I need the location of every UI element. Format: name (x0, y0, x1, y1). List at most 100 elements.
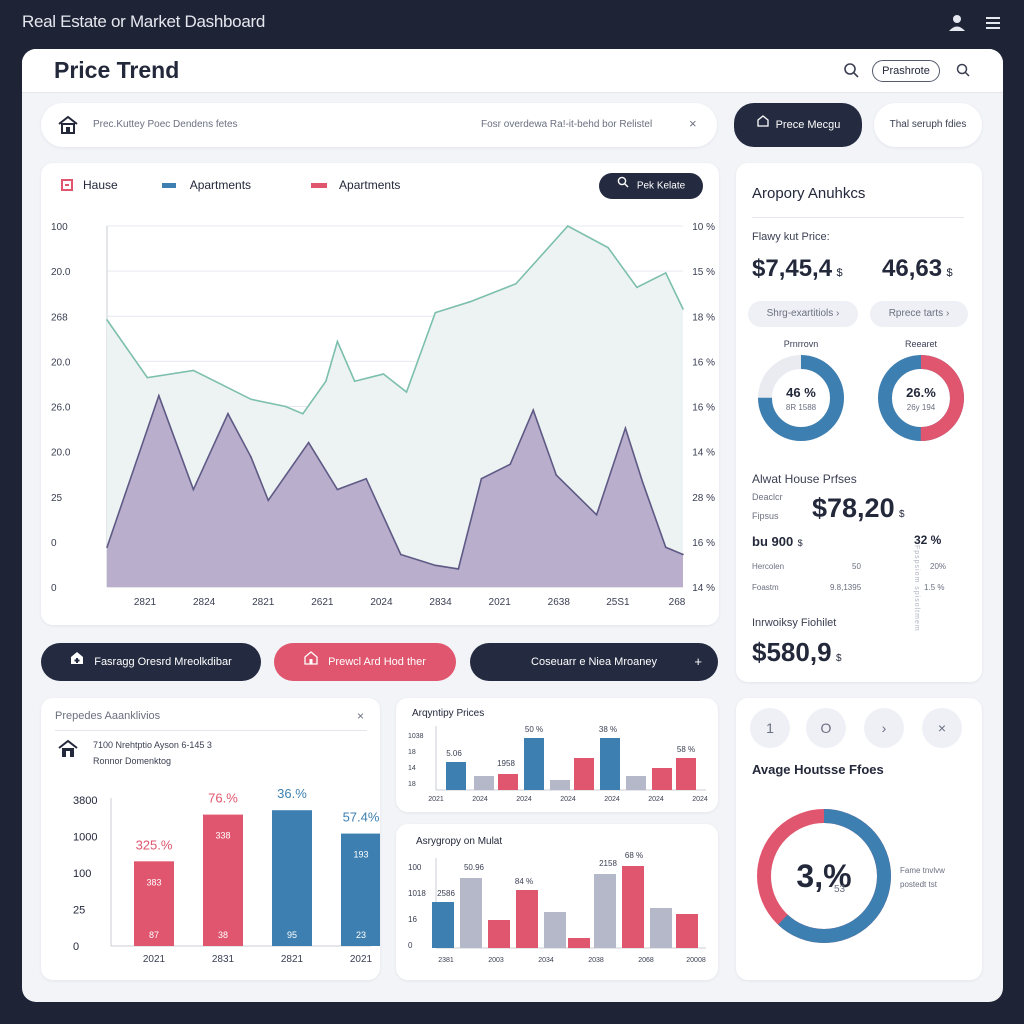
x-tick-label: 2024 (604, 796, 620, 803)
data-point (192, 369, 195, 372)
price-menu-label: Prece Mecgu (775, 119, 841, 131)
y-tick-label: 20.0 (51, 267, 71, 278)
data-point (469, 301, 471, 303)
bar-annotation: 84 % (515, 877, 533, 886)
y-tick-label: 1038 (408, 733, 424, 740)
row-2-mid: 50 (852, 562, 861, 571)
x-tick-label: 2834 (429, 597, 452, 608)
x-tick-label: 2821 (134, 597, 157, 608)
property-analytics-card: Aropory Anuhkcs Flawy kut Price: $7,45,4… (736, 163, 982, 682)
x-tick-label: 2021 (489, 597, 512, 608)
y-tick-label: 3800 (73, 795, 97, 807)
price-menu-button[interactable]: Prece Mecgu (734, 103, 862, 147)
data-point (555, 474, 558, 476)
divider (752, 217, 964, 218)
compare-arrow: + (694, 654, 702, 669)
bar (676, 758, 696, 790)
y2-tick-label: 18 % (692, 312, 715, 323)
predict-button[interactable]: Prewcl Ard Hod ther (274, 643, 456, 681)
zoom-icon[interactable] (954, 61, 974, 81)
data-point (365, 477, 368, 480)
bar (626, 776, 646, 790)
property-prices-chart: 1038 18 14 18 5.06 50 % 1958 38 % 58 % 2021 2024 20… (408, 725, 708, 803)
nav-button-1[interactable]: 1 (750, 708, 790, 748)
x-tick-label: 268 (669, 597, 686, 608)
donut-left-pct: 46 % (786, 385, 816, 400)
average-donut-pct: 3,% (796, 858, 852, 894)
bar-top-label: 325.% (136, 837, 173, 852)
tag-pill-left[interactable]: Shrg-exartitiols › (748, 301, 858, 327)
bar-top-label: 76.% (208, 791, 238, 806)
donut-right-pct: 26.% (906, 385, 936, 400)
y2-tick-label: 10 % (692, 222, 715, 233)
donut-right-sub: 26y 194 (906, 403, 936, 412)
search-icon[interactable] (842, 61, 862, 81)
filter-close-button[interactable]: × (689, 116, 697, 131)
data-point (595, 514, 598, 516)
nav-button-2[interactable]: O (806, 708, 846, 748)
bar-top-label: 36.% (277, 786, 307, 801)
tag-pill-right[interactable]: Rprece tarts › (870, 301, 968, 327)
forecast-button[interactable]: Fasragg Oresrd Mreolkdibar (41, 643, 261, 681)
bar-mid-label: 338 (215, 831, 230, 841)
x-tick-label: 2003 (488, 957, 504, 964)
x-tick-label: 20008 (686, 957, 706, 964)
data-point (353, 380, 356, 383)
bar-annotation: 58 % (677, 745, 695, 754)
y-tick-label: 100 (408, 863, 422, 872)
dashboard-frame: Price Trend Prashrote Prec.Kuttey Poec D… (22, 49, 1003, 1002)
y2-tick-label: 16 % (692, 403, 715, 414)
data-point (284, 405, 287, 408)
x-tick-label: 2034 (538, 957, 554, 964)
bar (652, 768, 672, 790)
bar (446, 762, 466, 790)
row-3-right: 1.5 % (924, 583, 945, 592)
y-tick-label: 1000 (73, 832, 97, 844)
bar (544, 912, 566, 948)
bar-mid-label: 383 (146, 877, 161, 887)
data-point (457, 568, 460, 570)
average-legend-line-2: postedt tst (900, 880, 937, 889)
user-icon[interactable] (946, 12, 968, 34)
property-market-card: Asrygropy on Mulat 100 1018 16 0 2586 50.96 84… (396, 824, 718, 980)
y-tick-label: 100 (73, 868, 91, 880)
data-point (405, 391, 408, 393)
y-tick-label: 20.0 (51, 357, 71, 368)
compare-button[interactable]: Coseuarr e Niea Mroaney + (470, 643, 718, 681)
home-outline-icon (756, 103, 770, 147)
close-button[interactable]: × (922, 708, 962, 748)
next-button[interactable]: › (864, 708, 904, 748)
investment-value: $580,9 (752, 637, 832, 667)
x-tick-label: 2024 (560, 796, 576, 803)
row-3-mid: 9.8,1395 (830, 583, 862, 592)
y-tick-label: 20.0 (51, 448, 71, 459)
bar-bottom-label: 38 (218, 930, 228, 940)
bar (488, 920, 510, 948)
data-point (607, 246, 609, 249)
y-tick-label: 0 (51, 538, 57, 549)
x-tick-label: 2024 (472, 796, 488, 803)
data-point (192, 488, 195, 491)
row-1-unit: $ (797, 538, 803, 548)
bar (272, 810, 312, 946)
data-point (664, 546, 667, 549)
x-tick-label: 2638 (548, 597, 571, 608)
average-prices-card: 1 O › × Avage Houtsse Ffoes 3,% 53 Fame … (736, 698, 982, 980)
house-price-unit: $ (899, 509, 905, 520)
bar (600, 738, 620, 790)
data-point (567, 225, 569, 227)
y-tick-label: 1018 (408, 889, 426, 898)
bar (650, 908, 672, 948)
filter-bar[interactable]: Prec.Kuttey Poec Dendens fetes Fosr over… (41, 103, 717, 147)
x-tick-label: 2831 (212, 954, 235, 965)
y-tick-label: 26.0 (51, 403, 71, 414)
data-point (250, 456, 252, 458)
stat-right: 46,63 $ (882, 255, 953, 283)
data-point (515, 282, 517, 285)
bar (460, 878, 482, 948)
header-action-button[interactable]: Prashrote (872, 60, 940, 82)
bar-bottom-label: 95 (287, 930, 297, 940)
secondary-filter-button[interactable]: Thal seruph fdies (874, 103, 982, 147)
x-tick-label: 2824 (193, 597, 216, 608)
menu-icon[interactable] (982, 12, 1004, 34)
